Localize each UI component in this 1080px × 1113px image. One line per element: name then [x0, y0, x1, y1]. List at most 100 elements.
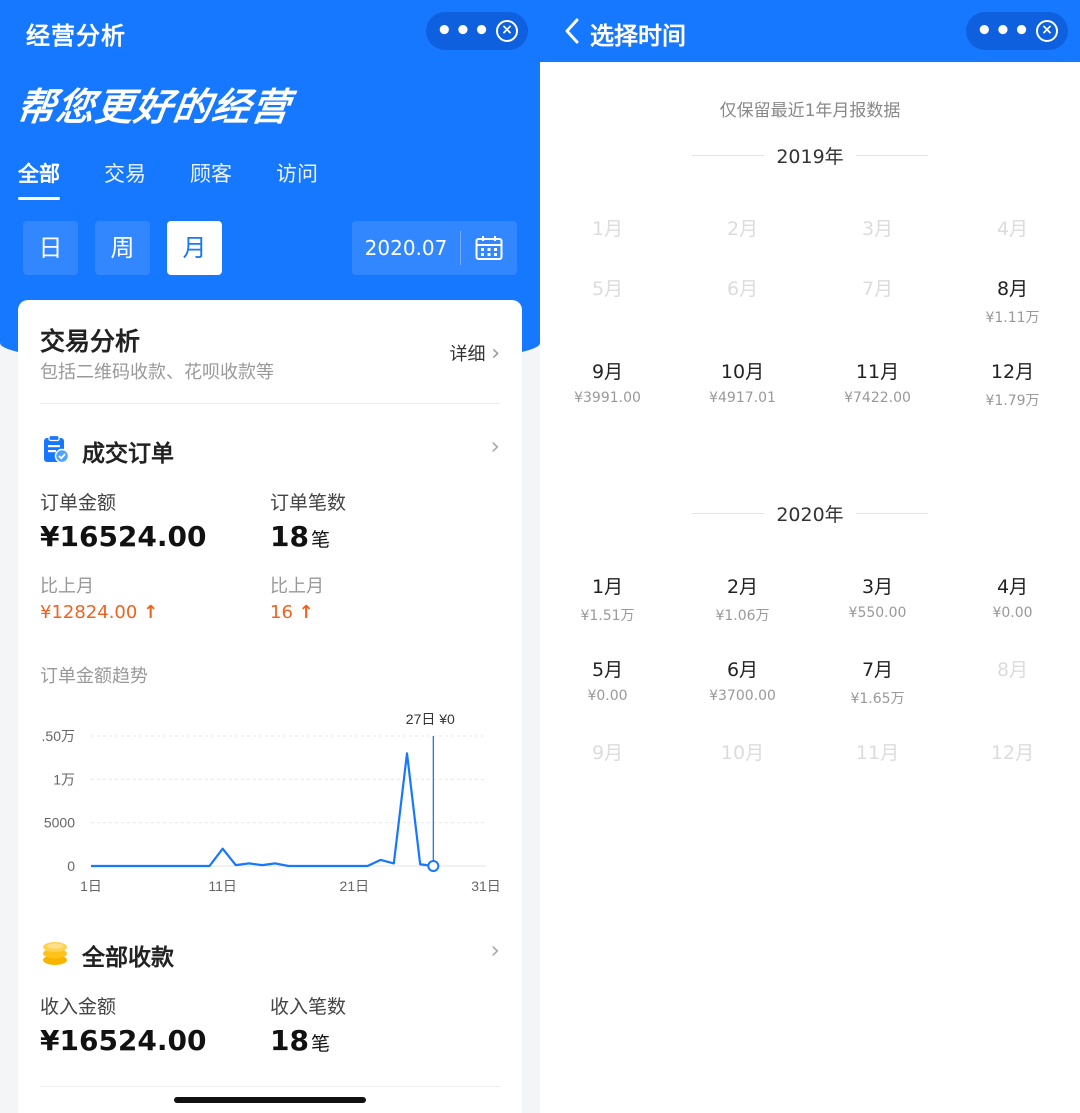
- month-label: 5月: [591, 278, 624, 300]
- income-title: 全部收款: [82, 945, 174, 971]
- month-cell[interactable]: 2月 ¥1.06万: [675, 572, 810, 625]
- month-cell[interactable]: 7月 ¥1.65万: [810, 655, 945, 708]
- income-amount-label: 收入金额: [40, 996, 117, 1018]
- home-indicator: [174, 1097, 366, 1103]
- month-cell[interactable]: 11月 ¥7422.00: [810, 357, 945, 406]
- card-subtitle: 包括二维码收款、花呗收款等: [40, 362, 274, 383]
- close-icon[interactable]: ×: [495, 20, 518, 42]
- month-amount: ¥1.11万: [985, 310, 1040, 326]
- orders-title: 成交订单: [82, 441, 174, 467]
- year-header-2019: 2019年: [692, 140, 929, 170]
- month-amount: ¥3991.00: [574, 390, 641, 406]
- period-day-button[interactable]: 日: [23, 221, 78, 275]
- divider: [855, 512, 929, 514]
- month-label: 6月: [726, 278, 759, 300]
- order-clipboard-icon: [44, 434, 70, 464]
- month-label: 5月: [591, 659, 624, 681]
- y-tick-label: 0: [67, 858, 75, 874]
- chevron-right-icon[interactable]: ›: [490, 936, 500, 964]
- more-icon[interactable]: •••: [976, 12, 1032, 50]
- tab-visit[interactable]: 访问: [276, 158, 318, 200]
- divider: [460, 231, 461, 265]
- compare-count-value: 16: [270, 602, 293, 623]
- tab-all[interactable]: 全部: [18, 158, 60, 200]
- month-label: 9月: [591, 361, 624, 383]
- month-label: 8月: [996, 659, 1029, 681]
- chevron-right-icon[interactable]: ›: [490, 432, 500, 460]
- month-cell: 6月: [675, 274, 810, 301]
- compare-count-label: 比上月: [270, 576, 324, 597]
- month-cell: 8月: [945, 655, 1080, 682]
- month-cell: 7月: [810, 274, 945, 301]
- month-amount: ¥550.00: [848, 605, 907, 621]
- month-cell[interactable]: 3月 ¥550.00: [810, 572, 945, 621]
- divider: [40, 1086, 500, 1087]
- income-count: 18 笔: [270, 1024, 330, 1057]
- month-amount: ¥0.00: [992, 605, 1033, 621]
- income-count-label: 收入笔数: [270, 996, 347, 1018]
- month-label: 1月: [591, 218, 624, 240]
- period-week-button[interactable]: 周: [95, 221, 150, 275]
- month-label: 3月: [861, 576, 894, 598]
- arrow-up-icon: ↑: [143, 602, 159, 623]
- month-cell[interactable]: 8月 ¥1.11万: [945, 274, 1080, 327]
- highlight-point: [427, 860, 440, 872]
- page-title: 选择时间: [590, 22, 686, 50]
- coin-stack-icon: [43, 942, 67, 965]
- more-icon[interactable]: •••: [436, 12, 492, 50]
- period-month-button[interactable]: 月: [167, 221, 222, 275]
- order-amount-label: 订单金额: [40, 492, 117, 514]
- month-cell[interactable]: 6月 ¥3700.00: [675, 655, 810, 704]
- select-time-screen: 选择时间 ••• × 仅保留最近1年月报数据 2019年 1月 2月 3月 4月 5月 6…: [540, 0, 1080, 1113]
- year-label: 2020年: [776, 503, 844, 526]
- month-label: 12月: [990, 361, 1035, 383]
- compare-amount-label: 比上月: [40, 576, 94, 597]
- x-tick-label: 11日: [208, 878, 237, 894]
- month-label: 6月: [726, 659, 759, 681]
- x-tick-label: 1日: [80, 878, 102, 894]
- month-cell: 2月: [675, 214, 810, 241]
- income-amount-value: ¥16524.00: [40, 1024, 207, 1057]
- month-label: 11月: [855, 742, 900, 764]
- month-cell[interactable]: 5月 ¥0.00: [540, 655, 675, 704]
- nav-bar: 经营分析 ••• ×: [0, 0, 540, 62]
- income-count-value: 18: [270, 1024, 309, 1057]
- calendar-icon: [475, 236, 503, 260]
- date-picker[interactable]: 2020.07: [352, 221, 517, 275]
- month-amount: ¥3700.00: [709, 688, 776, 704]
- year-header-2020: 2020年: [692, 498, 929, 528]
- y-tick-label: 1万: [53, 771, 75, 787]
- month-label: 9月: [591, 742, 624, 764]
- slogan: 帮您更好的经营: [14, 85, 294, 129]
- month-amount: ¥0.00: [587, 688, 628, 704]
- x-tick-label: 21日: [340, 878, 370, 894]
- year-label: 2019年: [776, 145, 844, 168]
- divider: [855, 154, 929, 156]
- month-cell[interactable]: 10月 ¥4917.01: [675, 357, 810, 406]
- trend-title: 订单金额趋势: [40, 666, 148, 687]
- back-arrow-icon[interactable]: [564, 18, 580, 44]
- month-label: 7月: [861, 659, 894, 681]
- month-amount: ¥1.79万: [985, 393, 1040, 409]
- compare-count: 16 ↑: [270, 602, 314, 623]
- month-cell: 9月: [540, 738, 675, 765]
- month-cell: 11月: [810, 738, 945, 765]
- analysis-screen: 经营分析 ••• × 帮您更好的经营 全部 交易 顾客 访问 日 周 月 202…: [0, 0, 540, 1113]
- order-amount-trend-chart[interactable]: 0 5000 1万 .50万 1日 11日 21日 31日 27日 ¥0: [18, 700, 522, 900]
- tab-trade[interactable]: 交易: [104, 158, 146, 200]
- divider: [40, 403, 500, 404]
- month-cell[interactable]: 1月 ¥1.51万: [540, 572, 675, 625]
- month-cell[interactable]: 4月 ¥0.00: [945, 572, 1080, 621]
- tab-customer[interactable]: 顾客: [190, 158, 232, 200]
- detail-link[interactable]: 详细 ›: [449, 340, 500, 366]
- order-count-label: 订单笔数: [270, 492, 347, 514]
- month-cell[interactable]: 12月 ¥1.79万: [945, 357, 1080, 410]
- month-amount: ¥1.65万: [850, 691, 905, 707]
- month-amount: ¥4917.01: [709, 390, 776, 406]
- order-count-value: 18: [270, 520, 309, 553]
- series-line: [91, 752, 434, 868]
- month-cell[interactable]: 9月 ¥3991.00: [540, 357, 675, 406]
- month-label: 8月: [996, 278, 1029, 300]
- y-tick-label: 5000: [44, 815, 75, 831]
- close-icon[interactable]: ×: [1035, 20, 1058, 42]
